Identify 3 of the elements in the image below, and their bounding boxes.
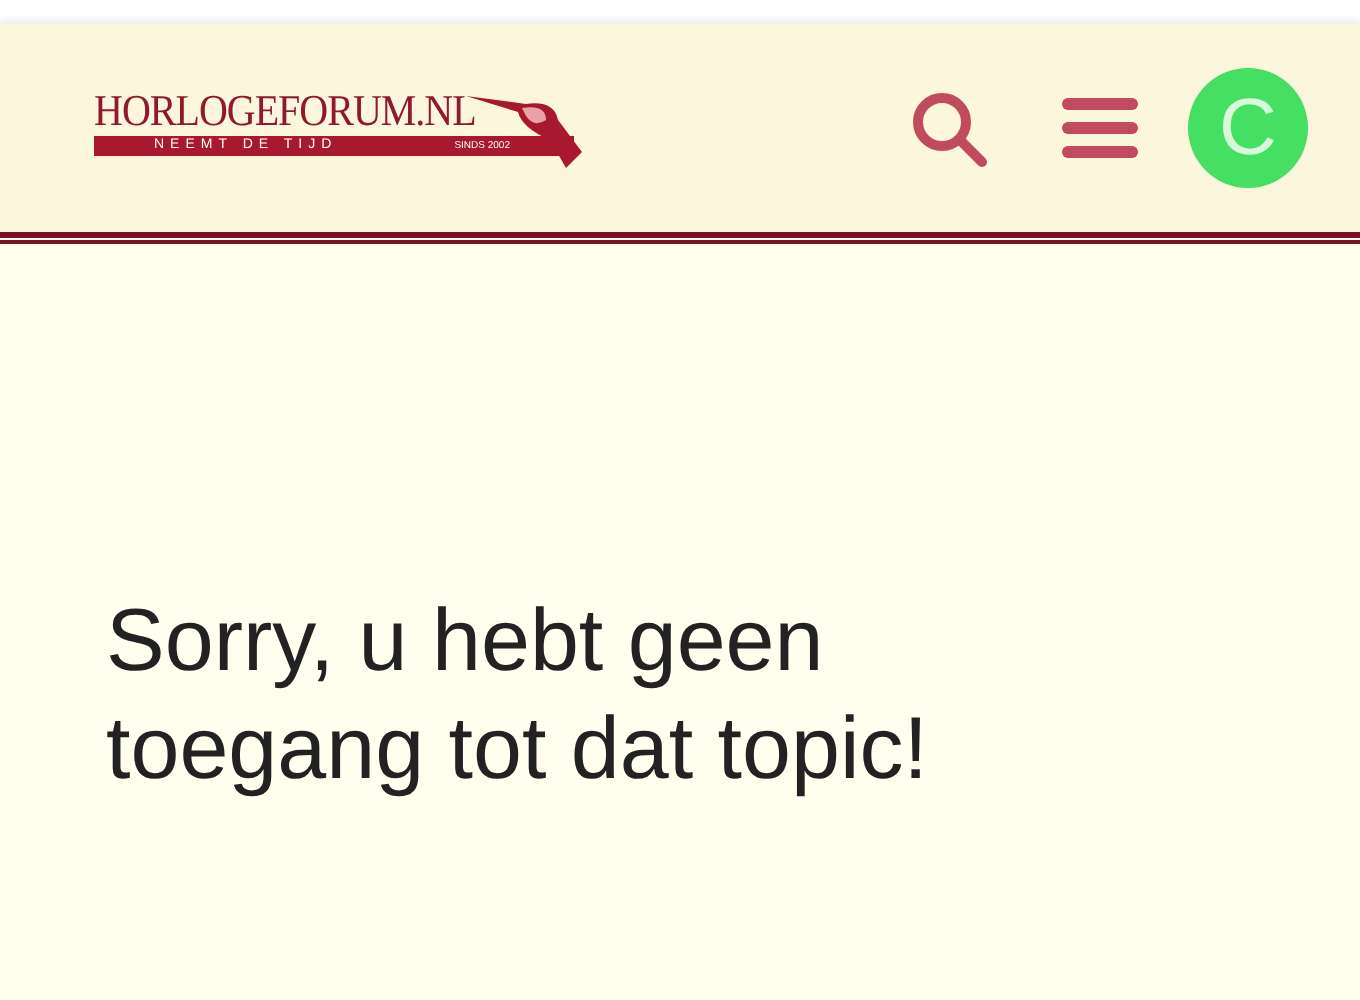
error-message: Sorry, u hebt geen toegang tot dat topic! [106,590,930,802]
menu-icon [1060,94,1140,162]
logo-wordmark: HORLOGEFORUM.NL [94,88,476,137]
